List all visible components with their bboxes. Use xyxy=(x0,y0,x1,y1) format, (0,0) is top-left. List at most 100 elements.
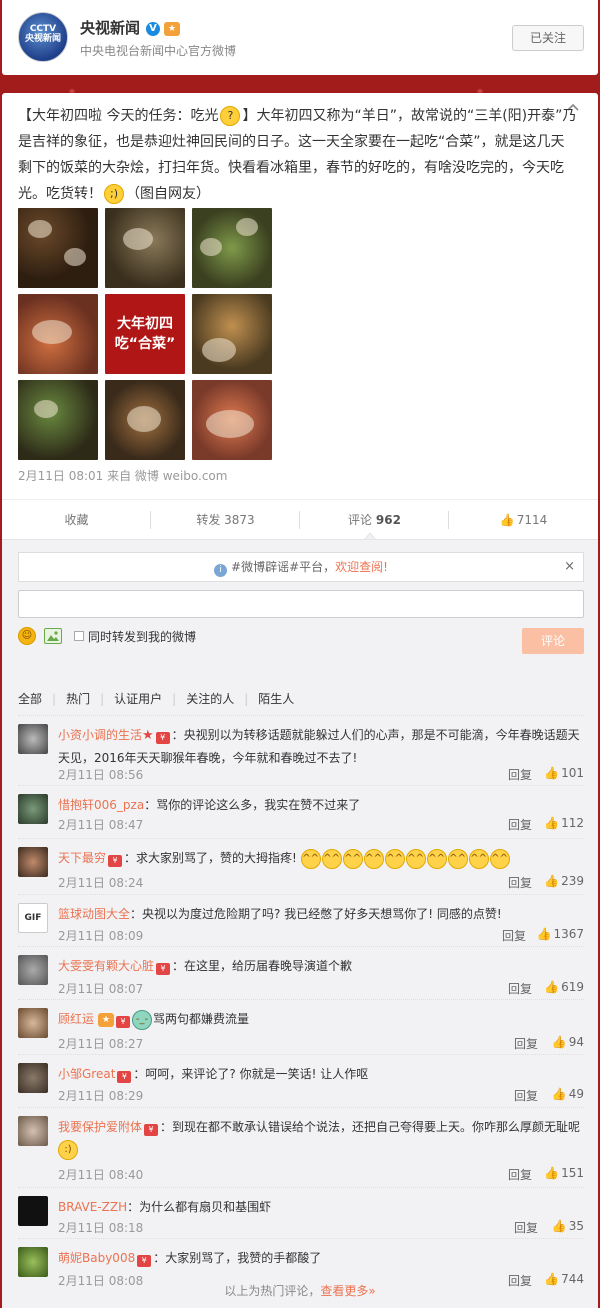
comment-time: 2月11日 08:56 xyxy=(58,768,144,782)
sweat-emoji-icon: -_- xyxy=(132,1009,153,1030)
notice-text: #微博辟谣#平台， xyxy=(231,560,336,574)
gif-avatar[interactable]: GIF xyxy=(18,903,48,933)
comment-time: 2月11日 08:47 xyxy=(58,818,144,832)
comment-like-button[interactable]: 👍 1367 xyxy=(537,927,585,941)
comment-user[interactable]: 大雯雯有颗大心脏 xyxy=(58,959,154,973)
reply-button[interactable]: 回复 xyxy=(508,980,532,997)
emoji-picker-icon[interactable]: ☺ xyxy=(18,627,36,645)
view-more-link[interactable]: 查看更多» xyxy=(320,1284,375,1298)
comment-user[interactable]: 天下最穷 xyxy=(58,851,106,865)
repost-checkbox[interactable] xyxy=(74,631,84,641)
comment-like-count: 619 xyxy=(561,980,584,994)
avatar[interactable] xyxy=(18,1196,48,1226)
submit-comment-button[interactable]: 评论 xyxy=(522,628,584,654)
post-image-5[interactable]: 大年初四 吃“合菜” xyxy=(105,294,185,374)
close-icon[interactable]: × xyxy=(564,553,575,581)
comment-text: 顾红运 ★ ¥ -_- 骂两句都嫌费流量 xyxy=(58,1008,584,1030)
filter-verified[interactable]: 认证用户 xyxy=(114,690,162,707)
reply-button[interactable]: 回复 xyxy=(508,816,532,833)
footer-text: 以上为热门评论， xyxy=(224,1284,321,1298)
comment-user[interactable]: 小邹Great xyxy=(58,1067,115,1081)
avatar[interactable] xyxy=(18,724,48,754)
comment-user[interactable]: 我要保护爱附体 xyxy=(58,1120,142,1134)
comment-body: ：大家别骂了，我赞的手都酸了 xyxy=(153,1251,322,1265)
followed-button[interactable]: 已关注 xyxy=(512,25,584,51)
avatar[interactable] xyxy=(18,847,48,877)
post-image-3[interactable] xyxy=(192,208,272,288)
comment-like-count: 1367 xyxy=(553,927,584,941)
filter-hot[interactable]: 热门 xyxy=(66,690,90,707)
reply-button[interactable]: 回复 xyxy=(508,766,532,783)
post-image-6[interactable] xyxy=(192,294,272,374)
avatar[interactable] xyxy=(18,955,48,985)
comment-input[interactable] xyxy=(18,590,584,618)
comment-like-button[interactable]: 👍 112 xyxy=(544,816,584,830)
comment-button[interactable]: 评论 962 xyxy=(300,500,449,540)
thumbs-up-icon: 👍 xyxy=(551,1219,567,1233)
rumor-notice: i #微博辟谣#平台，欢迎查阅! × xyxy=(18,552,584,582)
comment-text: BRAVE-ZZH：为什么都有扇贝和基围虾 xyxy=(58,1196,584,1218)
comment-body: ：求大家别骂了，赞的大拇指疼! xyxy=(124,851,297,865)
reply-button[interactable]: 回复 xyxy=(514,1035,538,1052)
comment-item: 惜抱轩006_pza：骂你的评论这么多，我实在赞不过来了 2月11日 08:47… xyxy=(18,785,584,838)
post-image-4[interactable] xyxy=(18,294,98,374)
comment-section: i #微博辟谣#平台，欢迎查阅! × ☺ 同时转发到我的微博 评论 全部 | 热门 | 认… xyxy=(2,539,598,1308)
comment-user[interactable]: 顾红运 xyxy=(58,1012,94,1026)
comment-user[interactable]: 小资小调的生活 xyxy=(58,728,142,742)
cat-emoji-icon: ^^ xyxy=(363,848,384,869)
notice-link[interactable]: 欢迎查阅! xyxy=(335,560,388,574)
filter-following[interactable]: 关注的人 xyxy=(186,690,234,707)
red-envelope-icon: ¥ xyxy=(137,1255,152,1267)
comment-like-button[interactable]: 👍 151 xyxy=(544,1166,584,1180)
comment-body: ：在这里，给历届春晚导演道个歉 xyxy=(172,959,353,973)
comment-like-button[interactable]: 👍 35 xyxy=(552,1219,584,1233)
red-envelope-icon: ¥ xyxy=(116,1016,131,1028)
post-image-7[interactable] xyxy=(18,380,98,460)
comment-text: 小资小调的生活★ ¥ ：央视别以为转移话题就能躲过人们的心声，那是不可能滴，今年春晚… xyxy=(58,724,584,769)
account-name[interactable]: 央视新闻 xyxy=(80,19,140,37)
comment-text: 惜抱轩006_pza：骂你的评论这么多，我实在赞不过来了 xyxy=(58,794,584,816)
cat-emoji-icon: ^^ xyxy=(342,848,363,869)
comment-like-button[interactable]: 👍 239 xyxy=(544,874,584,888)
hot-comments-footer: 以上为热门评论，查看更多» xyxy=(2,1282,598,1299)
comment-like-button[interactable]: 👍 619 xyxy=(544,980,584,994)
filter-strangers[interactable]: 陌生人 xyxy=(258,690,294,707)
comment-like-count: 151 xyxy=(561,1166,584,1180)
avatar[interactable] xyxy=(18,1116,48,1146)
avatar[interactable] xyxy=(18,1247,48,1277)
reply-button[interactable]: 回复 xyxy=(514,1219,538,1236)
repost-button[interactable]: 转发 3873 xyxy=(151,500,300,540)
reply-button[interactable]: 回复 xyxy=(514,1087,538,1104)
reply-button[interactable]: 回复 xyxy=(508,1166,532,1183)
comment-filters: 全部 | 热门 | 认证用户 | 关注的人 | 陌生人 xyxy=(18,690,295,707)
favorite-button[interactable]: 收藏 xyxy=(2,500,151,540)
comment-user[interactable]: 篮球动图大全 xyxy=(58,907,130,921)
avatar[interactable] xyxy=(18,1008,48,1038)
comment-like-button[interactable]: 👍 101 xyxy=(544,766,584,780)
post-image-2[interactable] xyxy=(105,208,185,288)
comment-user[interactable]: 惜抱轩006_pza xyxy=(58,798,144,812)
comment-item: 天下最穷 ¥ ：求大家别骂了，赞的大拇指疼! ^^ ^^ ^^ ^^ ^^ ^^ ^^ ^^ ^^ ^… xyxy=(18,838,584,894)
avatar[interactable] xyxy=(18,1063,48,1093)
comment-user[interactable]: 萌妮Baby008 xyxy=(58,1251,135,1265)
image-upload-icon[interactable] xyxy=(44,628,62,644)
reply-button[interactable]: 回复 xyxy=(508,874,532,891)
comment-like-button[interactable]: 👍 49 xyxy=(552,1087,584,1101)
thumbs-up-icon: 👍 xyxy=(551,1035,567,1049)
account-header: CCTV 央视新闻 央视新闻 V ★ 中央电视台新闻中心官方微博 已关注 xyxy=(2,0,598,75)
post-image-1[interactable] xyxy=(18,208,98,288)
post-image-9[interactable] xyxy=(192,380,272,460)
avatar[interactable] xyxy=(18,794,48,824)
thumbs-up-icon: 👍 xyxy=(544,766,560,780)
post-image-8[interactable] xyxy=(105,380,185,460)
comment-time: 2月11日 08:27 xyxy=(58,1037,144,1051)
filter-all[interactable]: 全部 xyxy=(18,690,42,707)
cat-emoji-icon: ^^ xyxy=(321,848,342,869)
comment-item: 我要保护爱附体 ¥ ：到现在都不敢承认错误给个说法，还把自己夸得要上天。你咋那么厚颜… xyxy=(18,1107,584,1187)
like-button[interactable]: 👍 7114 xyxy=(449,500,598,540)
comment-like-button[interactable]: 👍 94 xyxy=(552,1035,584,1049)
reply-button[interactable]: 回复 xyxy=(502,927,526,944)
cctv-avatar[interactable]: CCTV 央视新闻 xyxy=(18,12,68,62)
comment-user[interactable]: BRAVE-ZZH xyxy=(58,1200,127,1214)
comment-like-count: 112 xyxy=(561,816,584,830)
